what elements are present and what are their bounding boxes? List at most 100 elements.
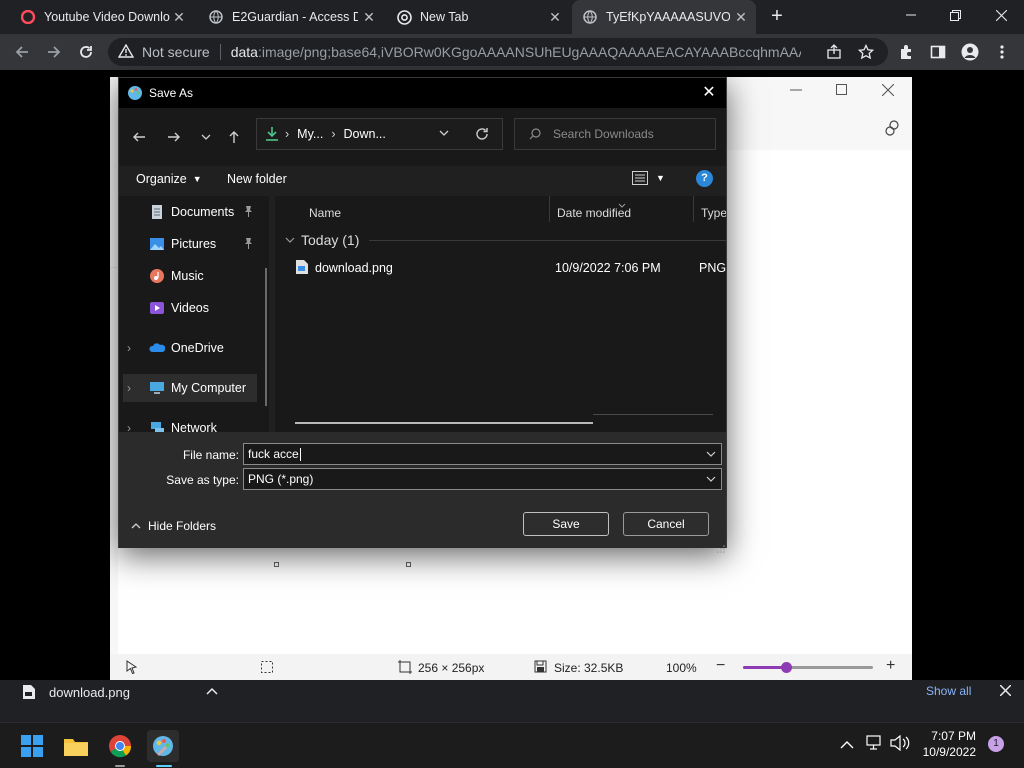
search-downloads-input[interactable]: Search Downloads: [514, 118, 716, 150]
show-hidden-icons-chevron[interactable]: [840, 737, 854, 755]
breadcrumb-item[interactable]: My...: [297, 127, 323, 141]
profile-avatar-icon[interactable]: [958, 40, 982, 64]
downloaded-file-name[interactable]: download.png: [49, 685, 130, 700]
close-downloads-bar-icon[interactable]: [999, 684, 1012, 699]
paint-settings-icon[interactable]: [884, 119, 904, 137]
new-tab-button[interactable]: +: [766, 5, 788, 27]
minimize-icon[interactable]: [888, 0, 934, 30]
nav-item-music[interactable]: Music: [149, 262, 269, 290]
recent-locations-chevron-icon[interactable]: [195, 126, 217, 148]
nav-item-pictures[interactable]: Pictures: [149, 230, 269, 258]
hide-folders-button[interactable]: Hide Folders: [131, 519, 216, 533]
address-bar[interactable]: Not secure data:image/png;base64,iVBORw0…: [108, 38, 888, 66]
volume-icon[interactable]: [890, 734, 910, 756]
zoom-slider-thumb[interactable]: [780, 662, 792, 673]
zoom-slider[interactable]: [743, 662, 873, 673]
notification-badge[interactable]: 1: [988, 736, 1004, 752]
tab-e2guardian[interactable]: E2Guardian - Access D ✕: [196, 0, 384, 34]
security-status[interactable]: Not secure: [142, 44, 210, 60]
breadcrumb-item[interactable]: Down...: [344, 127, 386, 141]
path-dropdown-icon[interactable]: [439, 128, 449, 138]
tab-new-tab[interactable]: New Tab ✕: [384, 0, 570, 34]
expand-chevron-icon[interactable]: ›: [127, 341, 141, 355]
chevron-down-icon[interactable]: [706, 475, 716, 483]
share-icon[interactable]: [822, 40, 846, 64]
download-options-chevron-icon[interactable]: [206, 684, 218, 699]
close-window-icon[interactable]: [978, 0, 1024, 30]
column-divider[interactable]: [693, 196, 694, 222]
file-row[interactable]: download.png 10/9/2022 7:06 PM PNG: [295, 258, 726, 280]
reload-icon[interactable]: [74, 40, 98, 64]
tab-youtube-downloader[interactable]: Youtube Video Downlo ✕: [8, 0, 194, 34]
network-status-icon[interactable]: [866, 735, 884, 756]
paint-close-icon[interactable]: [881, 83, 902, 99]
menu-kebab-icon[interactable]: [990, 40, 1014, 64]
forward-arrow-icon[interactable]: [163, 126, 185, 148]
side-panel-icon[interactable]: [926, 40, 950, 64]
file-explorer-icon[interactable]: [60, 730, 92, 762]
restore-icon[interactable]: [932, 0, 978, 30]
view-options-button[interactable]: ▼: [632, 171, 665, 185]
start-windows-icon[interactable]: [16, 730, 48, 762]
cancel-button[interactable]: Cancel: [623, 512, 709, 536]
clock-time[interactable]: 7:07 PM: [918, 729, 976, 743]
expand-chevron-icon[interactable]: ›: [127, 421, 141, 432]
column-divider[interactable]: [549, 196, 550, 222]
horizontal-scrollbar-thumb[interactable]: [295, 422, 593, 424]
save-type-select[interactable]: PNG (*.png): [243, 468, 722, 490]
tab-close-icon[interactable]: ✕: [548, 10, 562, 24]
nav-item-documents[interactable]: Documents: [149, 198, 269, 226]
bookmark-star-icon[interactable]: [854, 40, 878, 64]
path-breadcrumb[interactable]: › My... › Down...: [256, 118, 503, 150]
save-button[interactable]: Save: [523, 512, 609, 536]
text-caret: [299, 447, 301, 461]
dialog-command-bar: Organize ▼ New folder ▼ ?: [119, 166, 726, 196]
nav-item-network[interactable]: › Network: [127, 414, 269, 432]
nav-item-videos[interactable]: Videos: [149, 294, 269, 322]
paint-app-icon: [127, 85, 143, 101]
group-header-today[interactable]: Today (1): [285, 232, 359, 248]
chrome-taskbar-icon[interactable]: [104, 730, 136, 762]
back-icon[interactable]: [10, 40, 34, 64]
back-arrow-icon[interactable]: [128, 126, 150, 148]
tab-close-icon[interactable]: ✕: [172, 10, 186, 24]
forward-icon[interactable]: [42, 40, 66, 64]
nav-item-label: Pictures: [171, 237, 217, 251]
expand-chevron-icon[interactable]: ›: [127, 381, 141, 395]
file-date: 10/9/2022 7:06 PM: [555, 261, 661, 275]
paint-minimize-icon[interactable]: [790, 83, 810, 99]
zoom-out-icon[interactable]: −: [716, 657, 725, 675]
column-header-name[interactable]: Name: [309, 206, 341, 220]
hide-folders-label: Hide Folders: [148, 519, 217, 533]
dialog-close-icon[interactable]: ✕: [698, 82, 720, 104]
help-icon[interactable]: ?: [696, 170, 713, 187]
file-name-input[interactable]: fuck acce: [243, 443, 722, 465]
nav-pane-scrollbar[interactable]: [265, 268, 267, 406]
tab-close-icon[interactable]: ✕: [734, 10, 748, 24]
canvas-resize-handle[interactable]: [406, 562, 411, 567]
globe-icon: [582, 9, 598, 25]
show-all-link[interactable]: Show all: [926, 684, 971, 698]
warning-icon[interactable]: [117, 43, 135, 61]
paint-status-bar: 256 × 256px Size: 32.5KB 100% − +: [110, 654, 912, 681]
nav-item-onedrive[interactable]: › OneDrive: [127, 334, 269, 362]
nav-item-my-computer[interactable]: › My Computer: [123, 374, 257, 402]
up-arrow-icon[interactable]: [223, 126, 245, 148]
organize-button[interactable]: Organize ▼: [136, 172, 202, 186]
resize-grip-icon[interactable]: [717, 540, 725, 558]
canvas-size-icon: [398, 660, 412, 677]
zoom-in-icon[interactable]: +: [886, 657, 895, 675]
paint-maximize-icon[interactable]: [836, 83, 856, 99]
new-folder-button[interactable]: New folder: [227, 172, 287, 186]
search-icon: [529, 128, 541, 140]
canvas-resize-handle[interactable]: [274, 562, 279, 567]
tab-close-icon[interactable]: ✕: [362, 10, 376, 24]
tab-data-image[interactable]: TyEfKpYAAAAASUVOR ✕: [572, 0, 756, 34]
clock-date[interactable]: 10/9/2022: [918, 745, 976, 759]
chevron-down-icon[interactable]: [706, 450, 716, 458]
nav-item-label: Music: [171, 269, 204, 283]
column-header-type[interactable]: Type: [701, 206, 726, 220]
extensions-icon[interactable]: [894, 40, 918, 64]
refresh-icon[interactable]: [475, 127, 489, 141]
paint-taskbar-icon[interactable]: [147, 730, 179, 762]
